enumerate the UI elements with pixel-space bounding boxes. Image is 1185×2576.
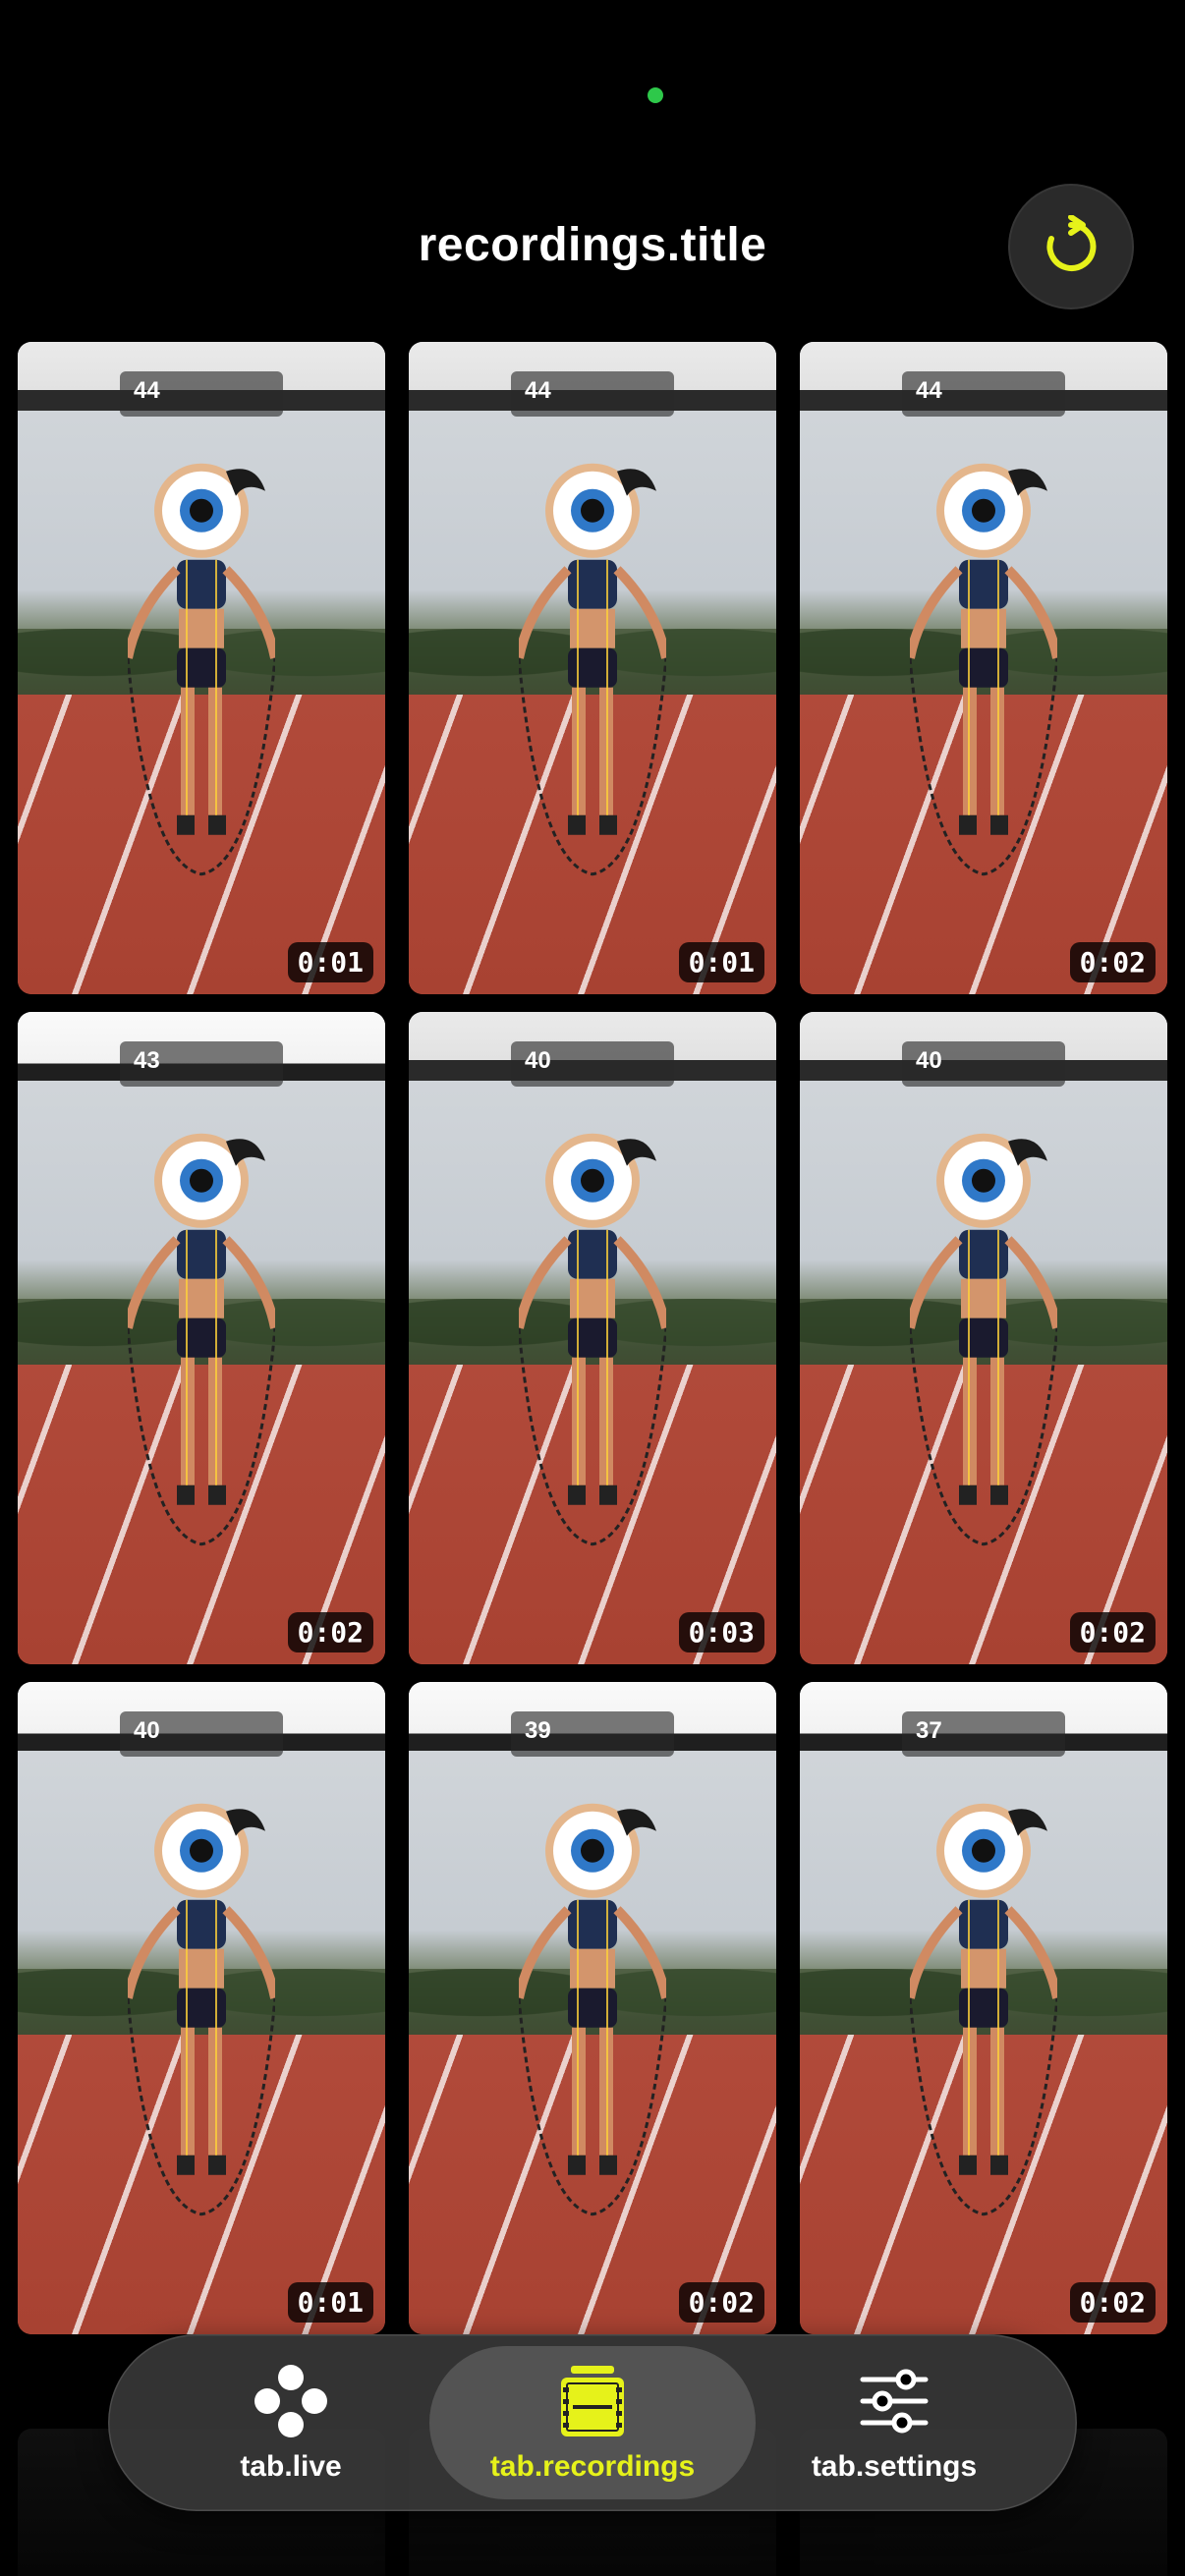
jumper-figure [519, 1803, 666, 2216]
recording-card[interactable]: 44 0:01 [18, 342, 385, 994]
tab-recordings[interactable]: tab.recordings [429, 2346, 756, 2499]
jump-count-badge: 44 [902, 371, 1065, 417]
recording-card[interactable]: 44 0:02 [800, 342, 1167, 994]
jumper-figure [128, 463, 275, 876]
jump-count-badge: 39 [511, 1711, 674, 1757]
jump-count-badge: 40 [120, 1711, 283, 1757]
recording-card[interactable]: 43 0:02 [18, 1012, 385, 1664]
camera-indicator-dot [648, 87, 663, 103]
duration-badge: 0:02 [1069, 2282, 1156, 2323]
live-dots-icon [254, 2365, 327, 2437]
duration-badge: 0:01 [287, 2282, 373, 2323]
jumper-figure [910, 1133, 1057, 1546]
recording-card[interactable]: 40 0:01 [18, 1682, 385, 2334]
duration-badge: 0:01 [287, 942, 373, 982]
jump-count-badge: 43 [120, 1041, 283, 1087]
recording-card[interactable]: 40 0:03 [409, 1012, 776, 1664]
jump-count-badge: 44 [120, 371, 283, 417]
duration-badge: 0:02 [1069, 942, 1156, 982]
duration-badge: 0:02 [287, 1612, 373, 1652]
jumper-figure [910, 463, 1057, 876]
refresh-button[interactable] [1008, 184, 1134, 309]
jump-count-badge: 44 [511, 371, 674, 417]
duration-badge: 0:02 [1069, 1612, 1156, 1652]
duration-badge: 0:02 [678, 2282, 764, 2323]
jumper-figure [128, 1803, 275, 2216]
duration-badge: 0:01 [678, 942, 764, 982]
jumper-figure [519, 463, 666, 876]
tab-settings-label: tab.settings [811, 2450, 978, 2483]
recording-card[interactable]: 39 0:02 [409, 1682, 776, 2334]
recording-card[interactable]: 44 0:01 [409, 342, 776, 994]
refresh-icon [1046, 215, 1097, 271]
recording-card[interactable]: 40 0:02 [800, 1012, 1167, 1664]
jumper-figure [519, 1133, 666, 1546]
jumper-figure [910, 1803, 1057, 2216]
jump-count-badge: 40 [902, 1041, 1065, 1087]
jump-count-badge: 37 [902, 1711, 1065, 1757]
recording-card[interactable]: 37 0:02 [800, 1682, 1167, 2334]
tab-live-label: tab.live [240, 2450, 342, 2483]
sliders-icon [860, 2369, 929, 2434]
recordings-grid: 44 0:01 44 0:01 44 0:02 43 0:02 40 0:03 … [18, 342, 1167, 2334]
jumper-figure [128, 1133, 275, 1546]
tab-settings[interactable]: tab.settings [731, 2346, 1057, 2499]
duration-badge: 0:03 [678, 1612, 764, 1652]
jump-count-badge: 40 [511, 1041, 674, 1087]
tab-live[interactable]: tab.live [128, 2346, 454, 2499]
tab-recordings-label: tab.recordings [489, 2450, 696, 2483]
tab-bar: tab.live tab.recordings tab.settings [108, 2334, 1077, 2511]
film-strip-icon [561, 2366, 624, 2436]
